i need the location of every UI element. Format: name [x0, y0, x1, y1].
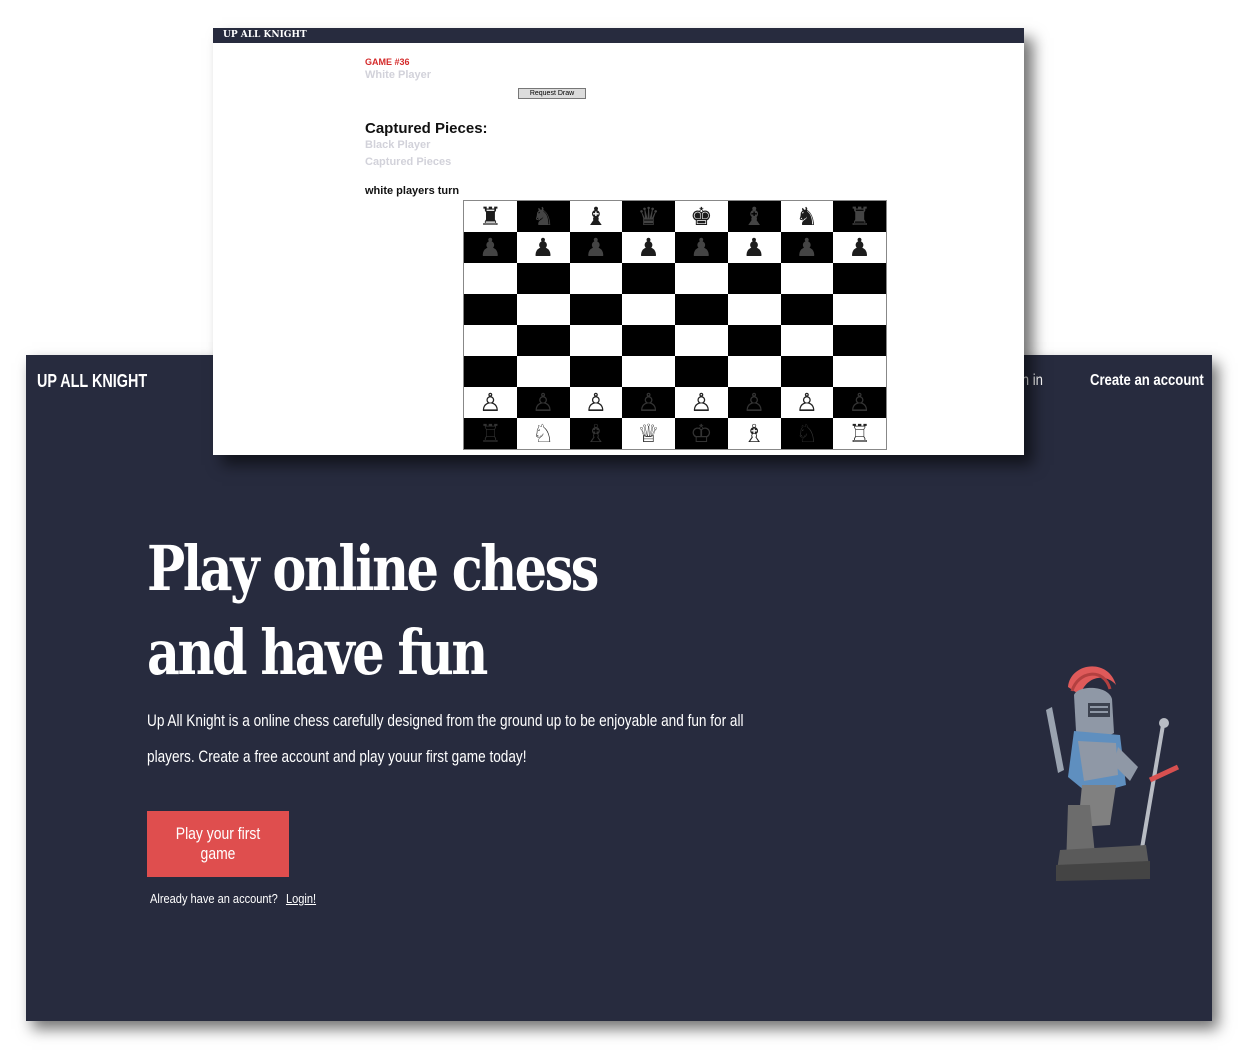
- chess-board[interactable]: ♜ ♞ ♝ ♛ ♚ ♝ ♞ ♜ ♟ ♟ ♟ ♟ ♟ ♟ ♟ ♟ ♙ ♙ ♙ ♙ ♙ ♙ ♙ ♙ ♖ ♘ ♗ ♕ ♔ ♗ ♘ ♖: [463, 200, 887, 450]
- black-player-label: Black Player: [365, 139, 431, 151]
- square-h5[interactable]: [833, 294, 886, 325]
- square-a4[interactable]: [464, 325, 517, 356]
- square-c6[interactable]: [569, 263, 623, 294]
- square-a8[interactable]: ♜: [464, 201, 517, 232]
- square-h2[interactable]: ♙: [833, 387, 886, 418]
- turn-indicator: white players turn: [365, 185, 460, 197]
- create-account-link[interactable]: Create an account: [1090, 372, 1204, 390]
- square-f4[interactable]: [727, 325, 781, 356]
- square-a1[interactable]: ♖: [464, 418, 517, 449]
- square-g4[interactable]: [780, 325, 834, 356]
- site-logo[interactable]: UP ALL KNIGHT: [37, 371, 147, 392]
- square-e6[interactable]: [675, 263, 728, 294]
- square-f5[interactable]: [727, 294, 781, 325]
- square-d1[interactable]: ♕: [622, 418, 675, 449]
- square-d6[interactable]: [622, 263, 675, 294]
- square-b3[interactable]: [516, 356, 570, 387]
- square-b2[interactable]: ♙: [516, 387, 570, 418]
- square-b6[interactable]: [516, 263, 570, 294]
- square-f6[interactable]: [727, 263, 781, 294]
- square-b8[interactable]: ♞: [516, 201, 570, 232]
- hero-description: Up All Knight is a online chess carefull…: [147, 711, 744, 766]
- square-a5[interactable]: [464, 294, 517, 325]
- square-b5[interactable]: [516, 294, 570, 325]
- square-f2[interactable]: ♙: [727, 387, 781, 418]
- login-link[interactable]: Login!: [286, 891, 316, 906]
- square-f1[interactable]: ♗: [727, 418, 781, 449]
- square-c1[interactable]: ♗: [569, 418, 623, 449]
- square-g1[interactable]: ♘: [780, 418, 834, 449]
- square-f8[interactable]: ♝: [727, 201, 781, 232]
- square-d5[interactable]: [622, 294, 675, 325]
- login-prompt-row: Already have an account? Login!: [150, 891, 316, 906]
- square-b7[interactable]: ♟: [516, 232, 570, 263]
- square-a2[interactable]: ♙: [464, 387, 517, 418]
- square-g5[interactable]: [780, 294, 834, 325]
- square-g2[interactable]: ♙: [780, 387, 834, 418]
- square-e4[interactable]: [675, 325, 728, 356]
- square-g6[interactable]: [780, 263, 834, 294]
- square-e7[interactable]: ♟: [675, 232, 728, 263]
- square-c8[interactable]: ♝: [569, 201, 623, 232]
- square-g8[interactable]: ♞: [780, 201, 834, 232]
- square-g3[interactable]: [780, 356, 834, 387]
- captured-pieces-title: Captured Pieces:: [365, 120, 488, 137]
- square-g7[interactable]: ♟: [780, 232, 834, 263]
- game-number: GAME #36: [365, 57, 410, 67]
- game-topbar[interactable]: UP ALL KNIGHT: [213, 28, 1024, 43]
- square-h8[interactable]: ♜: [833, 201, 886, 232]
- square-f7[interactable]: ♟: [727, 232, 781, 263]
- login-prompt-text: Already have an account?: [150, 891, 278, 906]
- square-d4[interactable]: [622, 325, 675, 356]
- square-h4[interactable]: [833, 325, 886, 356]
- square-e3[interactable]: [675, 356, 728, 387]
- game-window: UP ALL KNIGHT GAME #36 White Player Requ…: [213, 28, 1024, 455]
- square-a6[interactable]: [464, 263, 517, 294]
- captured-pieces-label: Captured Pieces: [365, 156, 452, 168]
- request-draw-button[interactable]: Request Draw: [518, 88, 586, 99]
- square-c2[interactable]: ♙: [569, 387, 623, 418]
- square-e5[interactable]: [675, 294, 728, 325]
- square-h3[interactable]: [833, 356, 886, 387]
- hero-title: Play online chess and have fun: [147, 532, 599, 689]
- square-a3[interactable]: [464, 356, 517, 387]
- square-b1[interactable]: ♘: [516, 418, 570, 449]
- square-d8[interactable]: ♛: [622, 201, 675, 232]
- square-b4[interactable]: [516, 325, 570, 356]
- square-d2[interactable]: ♙: [622, 387, 675, 418]
- knight-mascot-icon: [1046, 666, 1180, 881]
- square-e2[interactable]: ♙: [675, 387, 728, 418]
- square-c5[interactable]: [569, 294, 623, 325]
- square-c7[interactable]: ♟: [569, 232, 623, 263]
- square-c4[interactable]: [569, 325, 623, 356]
- square-d3[interactable]: [622, 356, 675, 387]
- square-e1[interactable]: ♔: [675, 418, 728, 449]
- white-player-label: White Player: [365, 69, 432, 81]
- square-h7[interactable]: ♟: [833, 232, 886, 263]
- square-c3[interactable]: [569, 356, 623, 387]
- play-first-game-label: Play your first game: [175, 824, 261, 863]
- play-first-game-button[interactable]: Play your first game: [147, 811, 289, 877]
- square-h6[interactable]: [833, 263, 886, 294]
- square-h1[interactable]: ♖: [833, 418, 886, 449]
- square-e8[interactable]: ♚: [675, 201, 728, 232]
- square-a7[interactable]: ♟: [464, 232, 517, 263]
- square-f3[interactable]: [727, 356, 781, 387]
- top-nav: Sign in Create an account: [994, 372, 1204, 390]
- square-d7[interactable]: ♟: [622, 232, 675, 263]
